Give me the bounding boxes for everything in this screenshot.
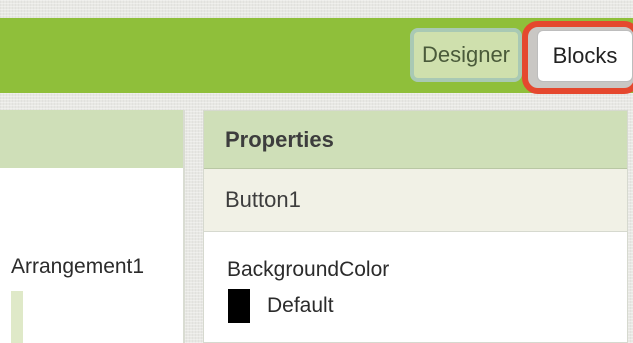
background-color-value[interactable]: Default [267, 294, 334, 318]
tree-item-arrangement[interactable]: Arrangement1 [11, 255, 144, 279]
components-panel-header [0, 110, 183, 168]
background-color-label: BackgroundColor [227, 258, 390, 281]
background-color-picker[interactable]: Default [228, 289, 334, 323]
tree-child-indicator [11, 291, 23, 343]
selected-component-name: Button1 [204, 169, 627, 232]
properties-panel: Properties Button1 BackgroundColor Defau… [203, 110, 628, 343]
designer-button[interactable]: Designer [410, 28, 522, 82]
color-swatch[interactable] [228, 289, 250, 323]
components-panel: Arrangement1 [0, 110, 185, 343]
properties-header: Properties [204, 111, 627, 169]
blocks-button[interactable]: Blocks [537, 30, 633, 82]
